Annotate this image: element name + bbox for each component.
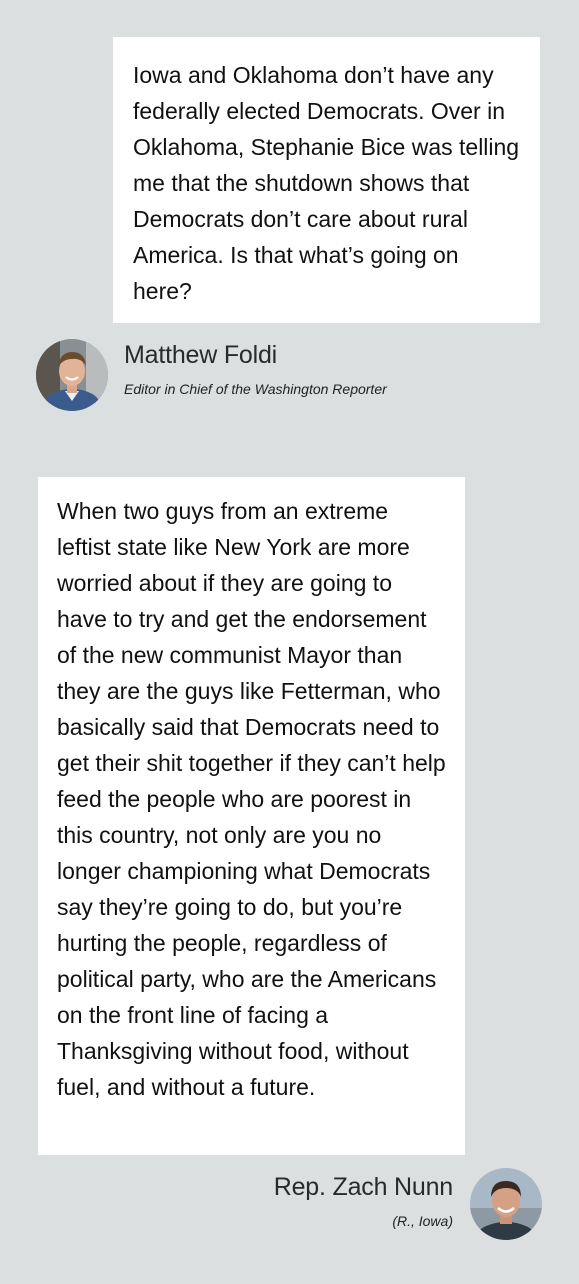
question-text: Iowa and Oklahoma don’t have any federal… [133,62,520,304]
question-bubble: Iowa and Oklahoma don’t have any federal… [113,37,540,323]
answer-bubble: When two guys from an extreme leftist st… [38,477,465,1155]
interviewer-title: Editor in Chief of the Washington Report… [124,381,387,397]
respondent-name: Rep. Zach Nunn [273,1173,453,1201]
person-avatar-icon [36,339,108,411]
interviewer-name: Matthew Foldi [124,341,278,369]
person-avatar-icon [470,1168,542,1240]
respondent-avatar [470,1168,542,1240]
interviewer-avatar [36,339,108,411]
answer-text: When two guys from an extreme leftist st… [57,498,446,1100]
respondent-title: (R., Iowa) [392,1213,453,1229]
